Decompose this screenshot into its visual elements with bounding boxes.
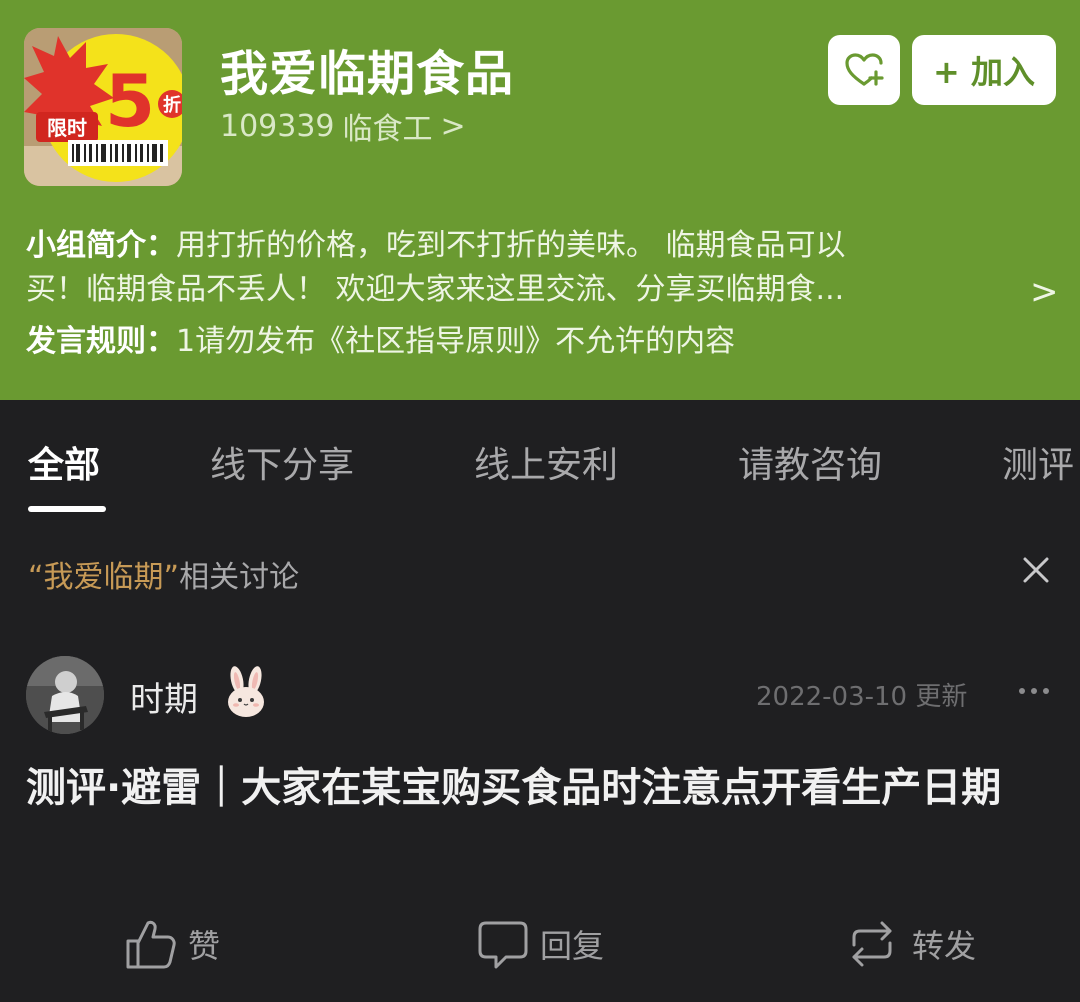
sale-sticker-image: 限时 5 折: [24, 28, 182, 186]
close-related-button[interactable]: [1014, 548, 1058, 592]
post-update-time: 2022-03-10 更新: [756, 682, 968, 712]
member-name: 临食工: [342, 112, 433, 147]
reply-button[interactable]: 回复: [476, 914, 604, 974]
related-suffix: 相关讨论: [179, 560, 300, 595]
heart-plus-icon: [845, 53, 884, 86]
group-intro[interactable]: 小组简介：用打折的价格，吃到不打折的美味。 临期食品可以 买！临期食品不丢人！ …: [26, 224, 1016, 312]
tab-offline-share[interactable]: 线下分享: [210, 436, 354, 488]
like-label: 赞: [188, 927, 221, 965]
intro-line-2: 买！临期食品不丢人！ 欢迎大家来这里交流、分享买临期食...: [26, 272, 845, 307]
share-label: 转发: [912, 927, 977, 965]
avatar-image: [26, 656, 104, 734]
more-dot-icon: [1019, 688, 1025, 694]
more-dot-icon: [1031, 688, 1037, 694]
join-button[interactable]: + 加入: [912, 35, 1056, 105]
comment-bubble-icon: [478, 921, 528, 969]
group-header: 限时 5 折 我爱临期食品 109339 临食工 > + 加入 小组简介：用打折…: [0, 0, 1080, 400]
more-options-button[interactable]: [1012, 676, 1056, 706]
group-title: 我爱临期食品: [220, 46, 515, 102]
tab-questions[interactable]: 请教咨询: [738, 436, 882, 488]
tab-review[interactable]: 测评: [1002, 436, 1074, 488]
more-dot-icon: [1043, 688, 1049, 694]
tab-online-recommend[interactable]: 线上安利: [474, 436, 618, 488]
share-button[interactable]: 转发: [842, 914, 976, 974]
group-members-link[interactable]: 109339 临食工 >: [220, 104, 466, 148]
thumb-text-top: 限时: [47, 116, 87, 140]
tab-all[interactable]: 全部: [28, 436, 100, 488]
category-tabs: 全部 线下分享 线上安利 请教咨询 测评: [0, 400, 1080, 520]
intro-expand-chevron-icon[interactable]: >: [1030, 272, 1059, 312]
intro-label: 小组简介：: [26, 228, 176, 263]
reply-label: 回复: [540, 927, 605, 965]
close-icon: [1023, 557, 1049, 583]
like-button[interactable]: 赞: [124, 914, 220, 974]
related-keyword: “我爱临期”: [28, 560, 180, 595]
favorite-button[interactable]: [828, 35, 900, 105]
group-rules[interactable]: 发言规则：1请勿发布《社区指导原则》不允许的内容: [26, 320, 735, 364]
chevron-right-icon: >: [440, 108, 466, 144]
post-title[interactable]: 测评·避雷｜大家在某宝购买食品时注意点开看生产日期: [26, 756, 1046, 820]
rabbit-badge-icon: [218, 664, 274, 720]
author-avatar[interactable]: [26, 656, 104, 734]
group-thumbnail[interactable]: 限时 5 折: [24, 28, 182, 186]
rules-text: 1请勿发布《社区指导原则》不允许的内容: [176, 324, 736, 359]
active-tab-indicator: [28, 506, 106, 512]
member-count: 109339: [220, 108, 335, 144]
repost-icon: [852, 921, 892, 967]
related-discussion-link[interactable]: “我爱临期”相关讨论: [28, 552, 299, 596]
rules-label: 发言规则：: [26, 324, 176, 359]
intro-line-1: 用打折的价格，吃到不打折的美味。 临期食品可以: [176, 228, 846, 263]
thumb-text-big: 5: [105, 59, 155, 143]
author-name[interactable]: 时期: [130, 672, 198, 721]
thumbs-up-icon: [126, 920, 176, 969]
thumb-text-unit: 折: [163, 94, 181, 116]
